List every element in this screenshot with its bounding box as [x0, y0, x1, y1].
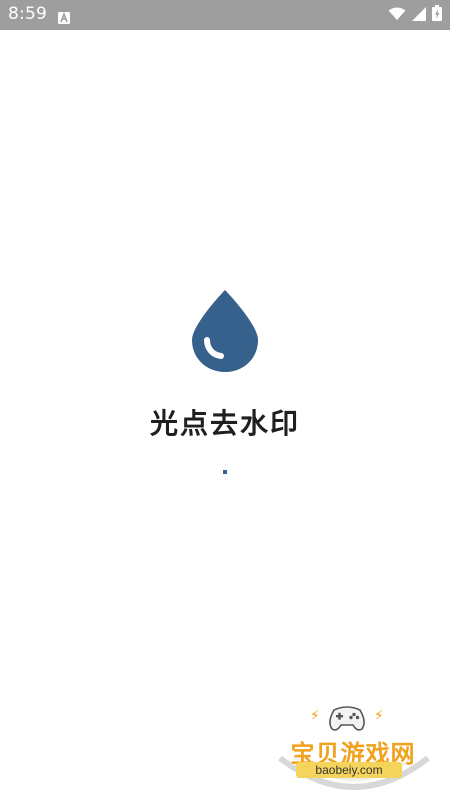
signal-icon — [412, 6, 426, 25]
wifi-icon — [388, 6, 406, 25]
spark-left-icon: ⚡ — [310, 708, 320, 724]
splash-content: 光点去水印 — [0, 288, 450, 442]
spark-right-icon: ⚡ — [374, 708, 384, 724]
watermark-domain: baobeiy.com — [296, 762, 402, 778]
watermark-logo: ⚡ ⚡ 宝贝游戏网 baobeiy.com — [274, 698, 434, 792]
status-icons — [388, 5, 442, 25]
status-bar: 8:59 — [0, 0, 450, 30]
app-title: 光点去水印 — [149, 407, 300, 440]
android-a-icon — [58, 9, 70, 24]
loading-indicator — [223, 470, 227, 474]
water-drop-icon — [192, 290, 258, 372]
battery-icon — [432, 5, 442, 25]
status-time: 8:59 — [8, 4, 47, 24]
gamepad-icon — [329, 706, 365, 731]
